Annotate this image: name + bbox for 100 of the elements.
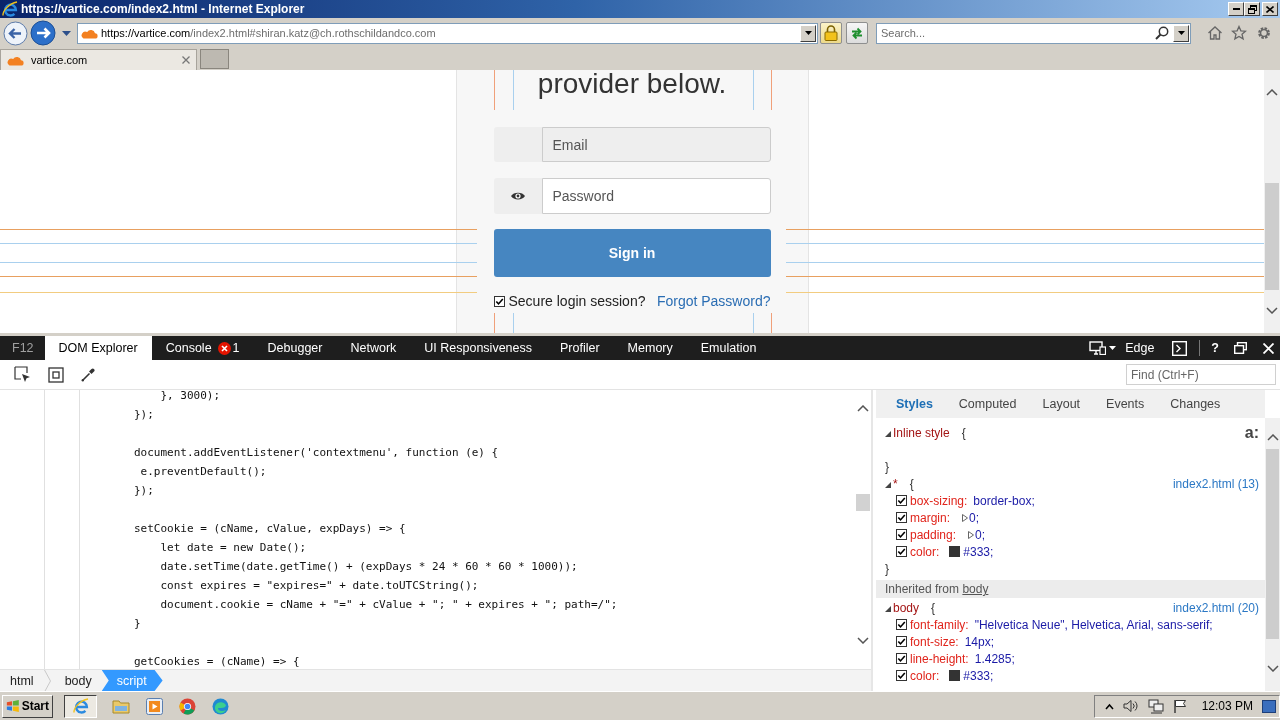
checkbox[interactable] [896, 670, 907, 681]
brace: } [885, 459, 889, 474]
scroll-up-icon[interactable] [857, 405, 869, 412]
browser-tab[interactable]: vartice.com [0, 49, 197, 70]
panel-tab[interactable]: Styles [896, 397, 933, 411]
source-link[interactable]: index2.html (20) [1172, 600, 1259, 615]
scroll-down-icon[interactable] [857, 637, 869, 644]
devtools-label: F12 [11, 340, 35, 357]
pseudo-state-button[interactable]: a: [1244, 424, 1259, 441]
css-value: 0; [969, 510, 980, 525]
caret-icon[interactable] [62, 30, 71, 36]
checkbox[interactable] [896, 495, 907, 506]
breadcrumb-item[interactable]: body [54, 670, 102, 691]
select-element-icon[interactable] [14, 366, 31, 383]
scroll-up-icon[interactable] [1266, 89, 1278, 96]
devtools-tab[interactable]: Debugger [253, 336, 337, 360]
guide-line [770, 70, 772, 110]
checkbox[interactable] [896, 512, 907, 523]
element-link[interactable]: body [962, 582, 989, 596]
checkbox[interactable] [896, 546, 907, 557]
scrollbar[interactable] [1265, 418, 1280, 691]
segmented-circle-icon[interactable] [179, 697, 196, 715]
play-icon[interactable] [146, 697, 163, 715]
code-line: date.setTime(date.getTime() + (expDays * 24 * 60 * 60 * 1000)); [159, 561, 579, 573]
css-value: 1.4285; [974, 651, 1015, 666]
scroll-down-icon[interactable] [1266, 665, 1279, 672]
source-link[interactable]: index2.html (13) [1172, 476, 1259, 491]
devtools-tab[interactable]: Profiler [546, 336, 614, 360]
devtools-tab[interactable]: UI Responsiveness [410, 336, 546, 360]
find-field[interactable]: Find (Ctrl+F) [1126, 364, 1276, 385]
breadcrumb-item[interactable]: html [0, 670, 44, 691]
security-button[interactable] [820, 22, 842, 44]
email-field[interactable]: Email [541, 127, 771, 162]
address-field[interactable]: https://vartice.com/index2.html#shiran.katz@ch.rothschildandco.com [77, 22, 818, 44]
restore-button[interactable] [1244, 2, 1260, 16]
home-icon[interactable] [1207, 25, 1223, 41]
caret-icon [804, 31, 812, 35]
show-desktop-button[interactable] [1262, 699, 1276, 713]
back-icon[interactable] [3, 20, 28, 46]
devtools-tab[interactable]: Console 1 [151, 336, 254, 360]
cloud-icon [7, 54, 24, 66]
devtools-tab[interactable]: Emulation [686, 336, 771, 360]
devtools-tab[interactable]: Memory [613, 336, 687, 360]
expand-triangle-icon[interactable] [885, 430, 891, 437]
panel-tab[interactable]: Changes [1170, 397, 1221, 411]
minimize-button[interactable] [1228, 2, 1244, 16]
code-line: document.cookie = cName + "=" + cValue + "; " + expires + "; path=/"; [159, 599, 619, 611]
taskbar-button[interactable] [64, 694, 97, 718]
star-icon[interactable] [1231, 25, 1247, 41]
close-button[interactable] [1262, 2, 1278, 16]
refresh-button[interactable] [846, 22, 868, 44]
expand-triangle-icon[interactable] [962, 513, 968, 522]
scroll-up-icon[interactable] [1266, 434, 1279, 441]
code-line: }); [134, 485, 155, 497]
checkbox[interactable] [896, 653, 907, 664]
scroll-down-icon[interactable] [1266, 307, 1278, 314]
password-field[interactable]: Password [541, 178, 771, 214]
console-icon[interactable] [1172, 340, 1188, 356]
expand-triangle-icon[interactable] [968, 530, 975, 539]
checkbox[interactable] [896, 636, 907, 647]
chevron-up-icon[interactable] [1104, 702, 1114, 710]
expand-triangle-icon[interactable] [885, 605, 891, 612]
scrollbar-thumb[interactable] [856, 494, 870, 511]
gear-icon[interactable] [1256, 25, 1272, 41]
scrollbar[interactable] [1264, 70, 1280, 333]
code-line: }, 3000); [159, 390, 222, 402]
scrollbar-thumb[interactable] [1265, 183, 1279, 290]
address-dropdown-button[interactable] [800, 24, 816, 42]
start-button[interactable]: Start [2, 694, 53, 718]
checkbox-label: Secure login session? [508, 293, 646, 309]
devtools-tab[interactable]: Network [336, 336, 411, 360]
eyedropper-icon[interactable] [81, 367, 95, 382]
box-icon[interactable] [48, 366, 64, 383]
forward-icon[interactable] [30, 20, 56, 46]
guide-line [493, 70, 495, 110]
document-mode-button[interactable]: Edge [1122, 338, 1158, 358]
scrollbar-thumb[interactable] [1266, 449, 1279, 639]
panel-tab[interactable]: Events [1106, 397, 1145, 411]
guide-line [512, 70, 514, 110]
sign-in-button[interactable]: Sign in [493, 229, 771, 277]
restore-icon [1247, 4, 1257, 14]
expand-triangle-icon[interactable] [885, 481, 891, 488]
checkbox[interactable] [896, 619, 907, 630]
error-icon [217, 341, 231, 355]
css-selector: body [893, 600, 920, 615]
panel-tab[interactable]: Layout [1042, 397, 1081, 411]
panel-tab[interactable]: Computed [958, 397, 1017, 411]
arrows-icon [850, 26, 864, 40]
search-dropdown-button[interactable] [1173, 24, 1189, 42]
checkbox[interactable] [493, 295, 505, 307]
flag-icon[interactable] [1172, 698, 1187, 714]
speaker-icon[interactable] [1122, 699, 1139, 713]
checkbox[interactable] [896, 529, 907, 540]
help-button[interactable]: ? [1208, 338, 1222, 358]
network-icon[interactable] [1147, 698, 1164, 714]
devtools-tab[interactable]: DOM Explorer [44, 336, 152, 360]
search-field[interactable]: Search... [876, 22, 1191, 44]
restore-icon[interactable] [1234, 342, 1247, 354]
search-icon[interactable] [1155, 26, 1169, 40]
forgot-password-link[interactable]: Forgot Password? [656, 293, 771, 309]
